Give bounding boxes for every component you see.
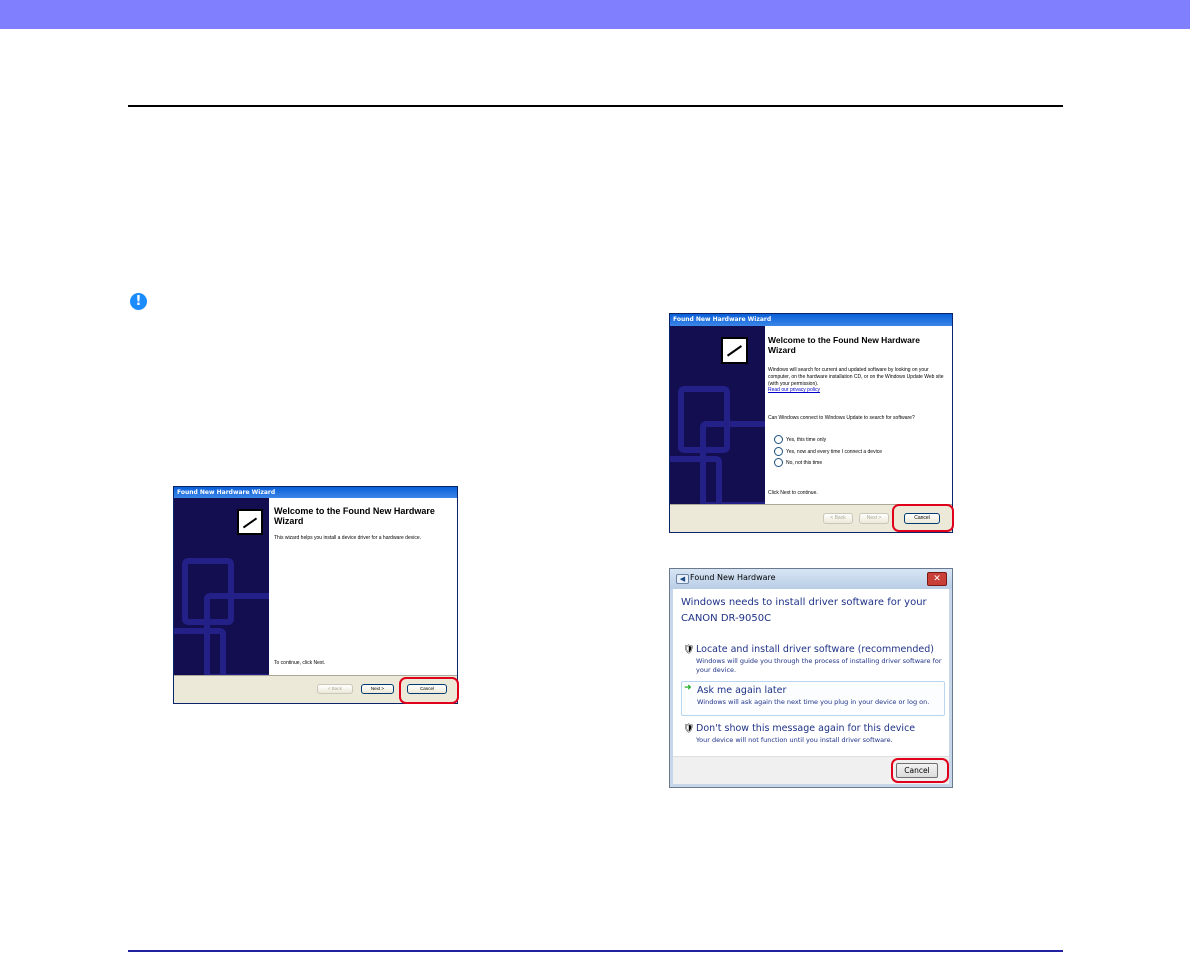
back-arrow-icon[interactable]: ◀ bbox=[676, 574, 689, 584]
wizard-content: Welcome to the Found New Hardware Wizard… bbox=[765, 326, 952, 507]
next-button[interactable]: Next > bbox=[361, 684, 394, 694]
bottom-rule bbox=[128, 950, 1063, 952]
dialog-heading: Windows needs to install driver software… bbox=[681, 597, 927, 624]
shield-icon: 🛡 bbox=[683, 645, 695, 655]
option-title: Don't show this message again for this d… bbox=[696, 723, 916, 734]
wizard-title-bar: Found New Hardware Wizard bbox=[174, 487, 457, 498]
next-button[interactable]: Next > bbox=[859, 513, 889, 524]
option-title: Locate and install driver software (reco… bbox=[696, 644, 934, 655]
option-description: Windows will guide you through the proce… bbox=[696, 657, 942, 675]
wizard-heading: Welcome to the Found New Hardware Wizard bbox=[768, 335, 920, 355]
option-title: Ask me again later bbox=[697, 685, 787, 696]
cancel-highlight bbox=[892, 504, 954, 532]
option-dont-show[interactable]: 🛡 Don't show this message again for this… bbox=[681, 723, 943, 751]
close-icon[interactable]: ✕ bbox=[927, 572, 947, 586]
wizard-footer-note: To continue, click Next. bbox=[274, 660, 326, 666]
back-button[interactable]: < Back bbox=[823, 513, 853, 524]
top-rule bbox=[128, 105, 1063, 107]
header-bar bbox=[0, 0, 1190, 29]
option-yes-always[interactable]: Yes, now and every time I connect a devi… bbox=[774, 447, 882, 456]
radio-button[interactable] bbox=[774, 447, 783, 456]
green-arrow-icon: ➜ bbox=[684, 683, 692, 693]
hardware-icon bbox=[237, 509, 263, 535]
exclamation-icon: ! bbox=[130, 293, 147, 310]
wizard-footer-note: Click Next to continue. bbox=[768, 490, 818, 496]
dialog-title: Found New Hardware bbox=[690, 573, 776, 582]
option-locate-install[interactable]: 🛡 Locate and install driver software (re… bbox=[681, 644, 943, 676]
cancel-highlight bbox=[891, 758, 949, 783]
option-yes-once[interactable]: Yes, this time only bbox=[774, 435, 826, 444]
wizard-side-panel bbox=[670, 326, 765, 507]
wizard-title-bar: Found New Hardware Wizard bbox=[670, 314, 952, 326]
back-button[interactable]: < Back bbox=[317, 684, 353, 694]
wizard-window-small: Found New Hardware Wizard Welcome to the… bbox=[173, 486, 458, 704]
dialog-body: Windows needs to install driver software… bbox=[673, 589, 949, 784]
dialog-title-bar: ◀ Found New Hardware ✕ bbox=[670, 569, 952, 589]
privacy-link[interactable]: Read our privacy policy bbox=[768, 387, 820, 393]
wizard-body-copy: Windows will search for current and upda… bbox=[768, 367, 944, 387]
wizard-question: Can Windows connect to Windows Update to… bbox=[768, 415, 915, 421]
wizard-content: Welcome to the Found New Hardware Wizard… bbox=[269, 498, 457, 677]
wizard-heading: Welcome to the Found New Hardware Wizard bbox=[274, 506, 435, 527]
shield-icon: 🛡 bbox=[683, 724, 695, 734]
wizard-body-text: Windows will search for current and upda… bbox=[768, 367, 950, 394]
radio-button[interactable] bbox=[774, 435, 783, 444]
option-ask-later[interactable]: ➜ Ask me again later Windows will ask ag… bbox=[681, 681, 945, 716]
cancel-highlight bbox=[399, 677, 459, 704]
found-new-hardware-dialog: ◀ Found New Hardware ✕ Windows needs to … bbox=[669, 568, 953, 788]
option-description: Windows will ask again the next time you… bbox=[697, 698, 930, 706]
wizard-body-text: This wizard helps you install a device d… bbox=[274, 535, 422, 541]
option-no[interactable]: No, not this time bbox=[774, 458, 822, 467]
radio-button[interactable] bbox=[774, 458, 783, 467]
option-description: Your device will not function until you … bbox=[696, 736, 893, 744]
hardware-icon bbox=[721, 337, 748, 364]
wizard-window-large: Found New Hardware Wizard Welcome to the… bbox=[669, 313, 953, 533]
